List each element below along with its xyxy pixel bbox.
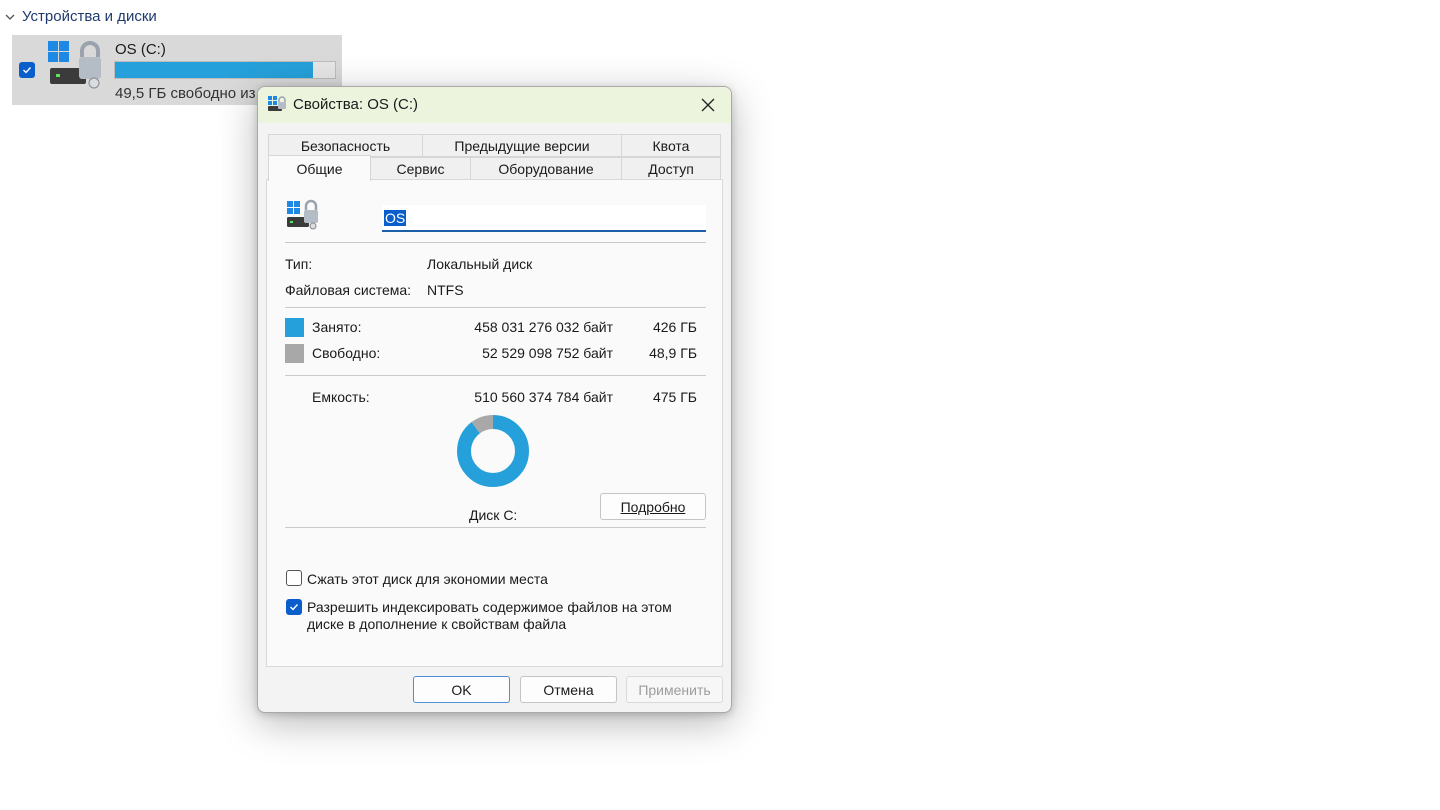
properties-dialog: Свойства: OS (C:) Безопасность Предыдущи… — [257, 86, 732, 713]
drive-name-value: OS — [384, 209, 407, 226]
tab-service[interactable]: Сервис — [370, 157, 471, 180]
drive-title: OS (C:) — [115, 41, 166, 58]
separator — [285, 375, 706, 376]
compress-label[interactable]: Сжать этот диск для экономии места — [307, 571, 548, 587]
filesystem-value: NTFS — [427, 282, 464, 298]
drive-lock-icon — [267, 95, 287, 113]
type-value: Локальный диск — [427, 256, 533, 272]
section-devices-and-drives[interactable]: Устройства и диски — [4, 8, 157, 25]
close-button[interactable] — [691, 89, 725, 121]
dialog-titlebar[interactable]: Свойства: OS (C:) — [258, 87, 731, 123]
apply-button[interactable]: Применить — [626, 676, 723, 703]
used-bytes: 458 031 276 032 байт — [474, 319, 613, 335]
capacity-size: 475 ГБ — [652, 389, 697, 405]
filesystem-label: Файловая система: — [285, 282, 412, 298]
details-button-label: Подробно — [620, 498, 686, 515]
tab-previous-versions[interactable]: Предыдущие версии — [422, 134, 622, 157]
tab-general[interactable]: Общие — [268, 155, 371, 181]
tab-quota[interactable]: Квота — [621, 134, 721, 157]
separator — [285, 242, 706, 243]
tab-sharing[interactable]: Доступ — [621, 157, 721, 180]
separator — [285, 307, 706, 308]
checkmark-icon — [290, 604, 299, 611]
drive-usage-bar — [114, 61, 336, 79]
ok-button[interactable]: OK — [413, 676, 510, 703]
drive-free-text: 49,5 ГБ свободно из — [115, 85, 256, 102]
free-label: Свободно: — [312, 345, 381, 361]
disk-label: Диск C: — [469, 507, 518, 523]
index-label-line1[interactable]: Разрешить индексировать содержимое файло… — [307, 599, 672, 615]
used-size: 426 ГБ — [652, 319, 697, 335]
cancel-button[interactable]: Отмена — [520, 676, 617, 703]
drive-tile-checkbox[interactable] — [19, 62, 35, 78]
compress-checkbox[interactable] — [286, 570, 302, 586]
details-button[interactable]: Подробно — [600, 493, 706, 520]
index-checkbox[interactable] — [286, 599, 302, 615]
drive-usage-fill — [115, 62, 313, 78]
drive-name-input[interactable]: OS — [382, 205, 706, 232]
index-label-line2[interactable]: диске в дополнение к свойствам файла — [307, 616, 566, 632]
tab-security[interactable]: Безопасность — [268, 134, 423, 157]
disk-usage-donut-chart — [457, 415, 529, 487]
used-color-swatch — [285, 318, 304, 337]
free-bytes: 52 529 098 752 байт — [482, 345, 613, 361]
capacity-bytes: 510 560 374 784 байт — [474, 389, 613, 405]
separator — [285, 527, 706, 528]
section-title: Устройства и диски — [22, 8, 157, 25]
windows-drive-lock-icon — [46, 39, 110, 95]
free-size: 48,9 ГБ — [649, 345, 697, 361]
chevron-down-icon — [4, 11, 16, 23]
donut-slice-used — [457, 415, 529, 487]
used-label: Занято: — [312, 319, 362, 335]
tab-hardware[interactable]: Оборудование — [470, 157, 622, 180]
capacity-label: Емкость: — [312, 389, 370, 405]
general-tab-panel: OS Тип: Локальный диск Файловая система:… — [266, 179, 723, 667]
dialog-title: Свойства: OS (C:) — [293, 96, 419, 113]
free-color-swatch — [285, 344, 304, 363]
checkmark-icon — [23, 67, 32, 74]
type-label: Тип: — [285, 256, 313, 272]
close-icon — [701, 98, 715, 112]
drive-lock-icon — [285, 199, 321, 231]
